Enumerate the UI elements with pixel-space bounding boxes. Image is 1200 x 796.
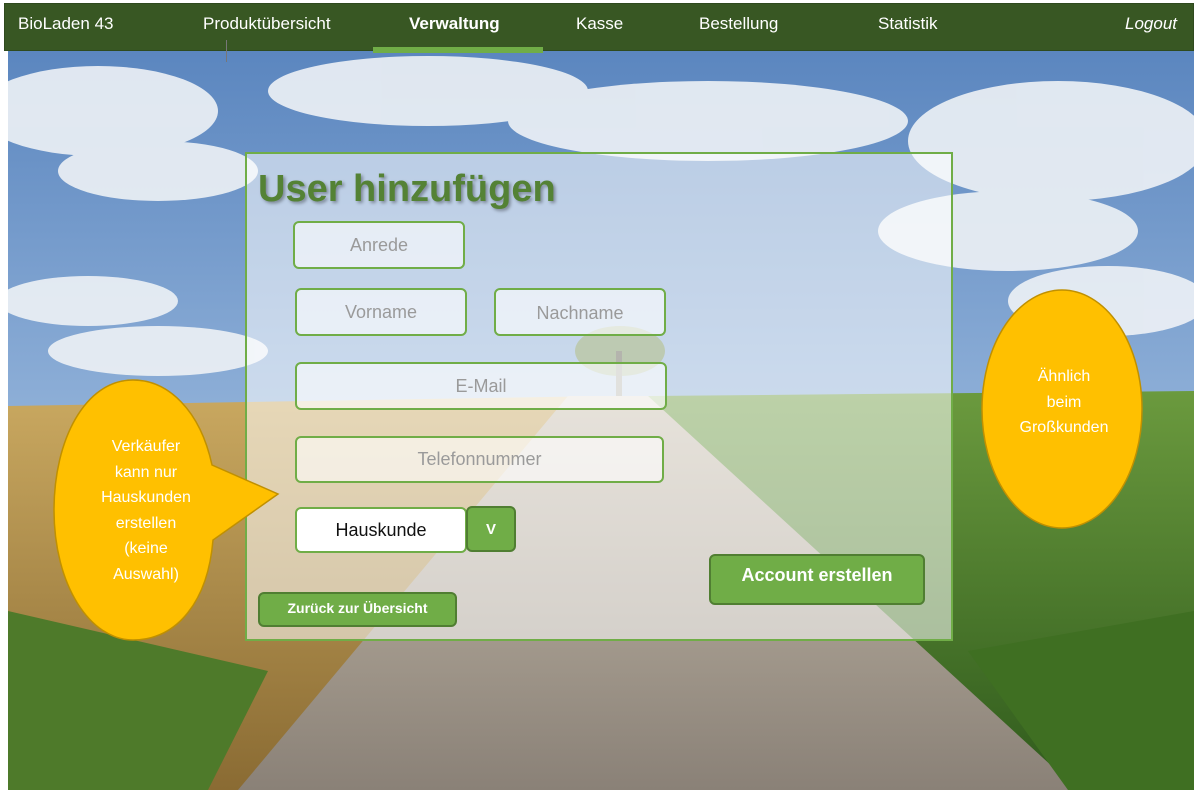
callout-left-line: erstellen bbox=[115, 514, 177, 532]
callout-left-line: kann nur bbox=[114, 463, 178, 481]
callout-right-line: Großkunden bbox=[1019, 419, 1109, 436]
callout-right-line: Ähnlich bbox=[1037, 368, 1091, 385]
callout-left-text: Verkäufer kann nur Hauskunden erstellen … bbox=[58, 434, 234, 587]
callout-right-text: Ähnlich beim Großkunden bbox=[985, 364, 1143, 441]
callout-left-line: Hauskunden bbox=[101, 489, 191, 506]
callout-left-line: (keine bbox=[124, 540, 168, 557]
callout-left-line: Auswahl) bbox=[113, 565, 179, 583]
callout-right-line: beim bbox=[1046, 393, 1082, 411]
callout-left-line: Verkäufer bbox=[111, 438, 181, 455]
